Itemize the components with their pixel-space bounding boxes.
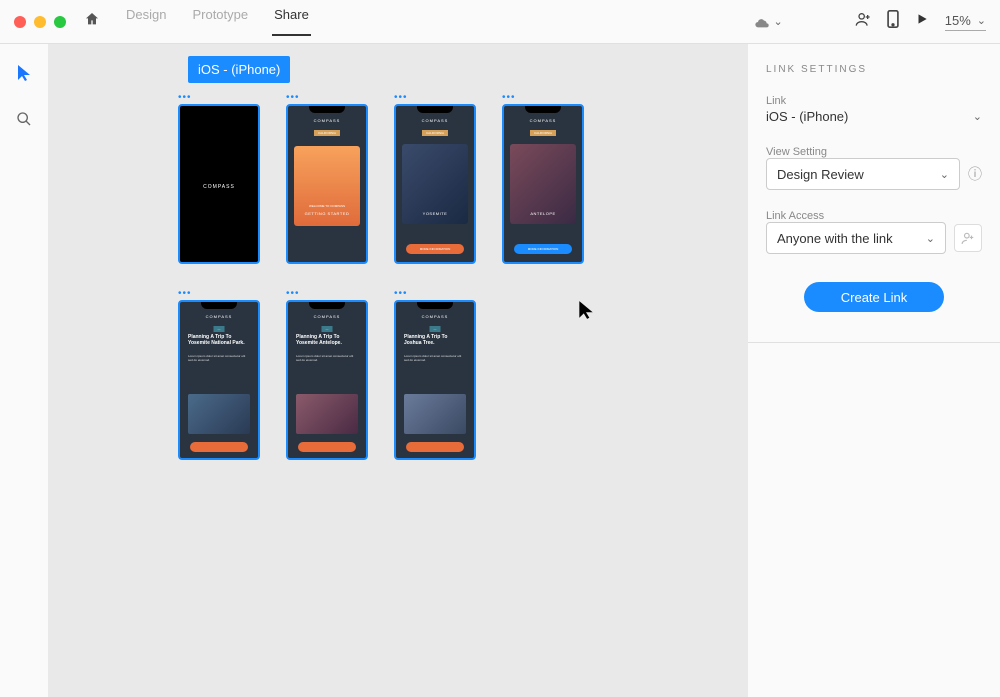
artboard-handle[interactable]: ••• bbox=[178, 94, 260, 104]
tab-share[interactable]: Share bbox=[272, 7, 311, 36]
panel-title: LINK SETTINGS bbox=[766, 64, 982, 75]
chevron-down-icon: ⌄ bbox=[774, 15, 783, 28]
artboard[interactable]: ••• COMPASS bbox=[178, 94, 260, 264]
minimize-window-button[interactable] bbox=[34, 16, 46, 28]
play-preview-icon[interactable] bbox=[915, 12, 929, 31]
info-icon[interactable]: ⓘ bbox=[968, 164, 982, 184]
artboard-handle[interactable]: ••• bbox=[394, 94, 476, 104]
select-tool-icon[interactable] bbox=[17, 64, 31, 87]
titlebar-right: ⌄ 15% ⌄ bbox=[754, 10, 986, 33]
create-link-button[interactable]: Create Link bbox=[804, 282, 944, 312]
artboard-handle[interactable]: ••• bbox=[286, 94, 368, 104]
mobile-preview-icon[interactable] bbox=[887, 10, 899, 33]
chevron-down-icon: ⌄ bbox=[977, 14, 986, 27]
canvas[interactable]: iOS - (iPhone) ••• COMPASS ••• COMPASS C… bbox=[48, 44, 748, 697]
artboard-handle[interactable]: ••• bbox=[178, 290, 260, 300]
home-icon[interactable] bbox=[84, 11, 100, 32]
zoom-select[interactable]: 15% ⌄ bbox=[945, 13, 986, 31]
chevron-down-icon: ⌄ bbox=[926, 232, 935, 245]
artboard[interactable]: ••• COMPASS CALIFORNIA WELCOME TO COMPAS… bbox=[286, 94, 368, 264]
artboard[interactable]: ••• COMPASS ⋯ Planning A Trip To Yosemit… bbox=[178, 290, 260, 460]
link-access-label: Link Access bbox=[766, 210, 982, 222]
artboard[interactable]: ••• COMPASS CALIFORNIA ANTELOPE MORE INF… bbox=[502, 94, 584, 264]
brand-text: COMPASS bbox=[180, 184, 258, 190]
artboard-handle[interactable]: ••• bbox=[286, 290, 368, 300]
window-controls bbox=[14, 16, 66, 28]
selection-label[interactable]: iOS - (iPhone) bbox=[188, 56, 290, 83]
panel-divider bbox=[748, 342, 1000, 343]
tab-prototype[interactable]: Prototype bbox=[190, 7, 250, 36]
view-setting-label: View Setting bbox=[766, 146, 982, 158]
maximize-window-button[interactable] bbox=[54, 16, 66, 28]
mode-tabs: Design Prototype Share bbox=[124, 7, 311, 36]
tab-design[interactable]: Design bbox=[124, 7, 168, 36]
zoom-value: 15% bbox=[945, 13, 971, 28]
chevron-down-icon: ⌄ bbox=[973, 110, 982, 123]
artboard-handle[interactable]: ••• bbox=[394, 290, 476, 300]
close-window-button[interactable] bbox=[14, 16, 26, 28]
link-select[interactable]: iOS - (iPhone) ⌄ bbox=[766, 107, 982, 126]
chevron-down-icon: ⌄ bbox=[940, 168, 949, 181]
invite-user-icon[interactable] bbox=[855, 11, 871, 32]
right-panel: LINK SETTINGS Link iOS - (iPhone) ⌄ View… bbox=[748, 44, 1000, 697]
left-toolstrip bbox=[0, 44, 48, 697]
artboard-grid: ••• COMPASS ••• COMPASS CALIFORNIA WELCO… bbox=[178, 94, 584, 460]
link-access-select[interactable]: Anyone with the link ⌄ bbox=[766, 222, 946, 254]
search-icon[interactable] bbox=[16, 111, 32, 132]
artboard[interactable]: ••• COMPASS ⋯ Planning A Trip To Yosemit… bbox=[286, 290, 368, 460]
add-user-button[interactable] bbox=[954, 224, 982, 252]
link-label: Link bbox=[766, 95, 982, 107]
artboard-handle[interactable]: ••• bbox=[502, 94, 584, 104]
view-setting-select[interactable]: Design Review ⌄ bbox=[766, 158, 960, 190]
titlebar: Design Prototype Share ⌄ 15% ⌄ bbox=[0, 0, 1000, 44]
artboard[interactable]: ••• COMPASS ⋯ Planning A Trip To Joshua … bbox=[394, 290, 476, 460]
cloud-sync-menu[interactable]: ⌄ bbox=[754, 15, 783, 28]
artboard[interactable]: ••• COMPASS CALIFORNIA YOSEMITE MORE INF… bbox=[394, 94, 476, 264]
